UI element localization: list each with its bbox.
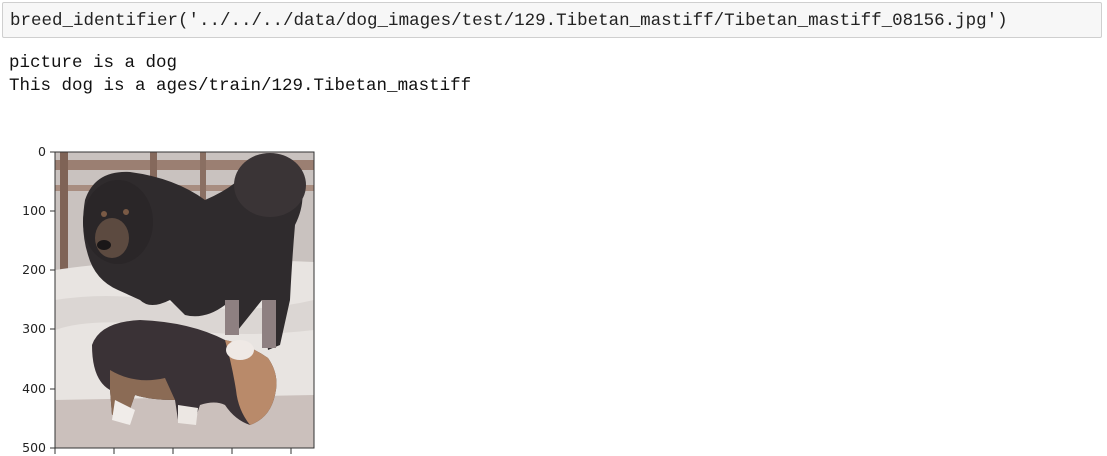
y-tick-label: 400 [22, 381, 46, 396]
x-axis [54, 448, 292, 454]
y-axis: 0 100 200 300 400 500 [22, 144, 55, 455]
y-tick-label: 100 [22, 203, 46, 218]
y-tick-label: 200 [22, 262, 46, 277]
y-tick-label: 0 [38, 144, 46, 159]
y-tick-label: 500 [22, 440, 46, 455]
y-tick-label: 300 [22, 321, 46, 336]
image-figure: 0 100 200 300 400 500 [22, 144, 315, 455]
dog-photo [55, 152, 314, 448]
